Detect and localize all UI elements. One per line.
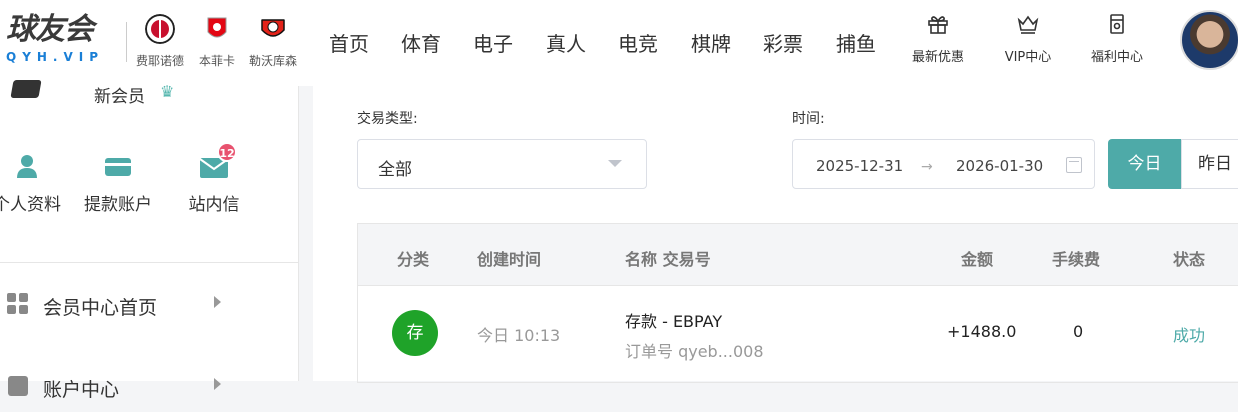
column-header-fee: 手续费	[1052, 250, 1101, 269]
row-created-time: 今日 10:13	[477, 326, 561, 345]
club-feyenoord: 费耶诺德	[132, 14, 188, 69]
menu-item-label: 账户中心	[43, 379, 120, 401]
time-label: 时间:	[792, 111, 825, 127]
column-header-amount: 金额	[961, 250, 994, 269]
nav-home[interactable]: 首页	[329, 28, 369, 57]
nav-sports[interactable]: 体育	[401, 28, 441, 57]
nav-lottery[interactable]: 彩票	[763, 28, 803, 57]
util-promotions[interactable]: 最新优惠	[898, 12, 978, 65]
nav-live-casino[interactable]: 真人	[546, 28, 586, 57]
row-transaction-name: 存款 - EBPAY	[625, 312, 723, 331]
quick-action-label: 提款账户	[84, 195, 152, 215]
gift-icon	[928, 16, 948, 34]
unread-count-badge: 12	[217, 142, 237, 162]
nav-slots[interactable]: 电子	[473, 28, 513, 57]
club-leverkusen: 勒沃库森	[245, 14, 301, 69]
deposit-type-badge: 存	[392, 310, 438, 356]
util-vip-center[interactable]: VIP中心	[988, 12, 1068, 65]
row-order-number: 订单号 qyeb...008	[625, 342, 764, 361]
date-range-arrow: →	[921, 159, 933, 175]
logo-sub-text: QYH.VIP	[6, 50, 105, 64]
member-sidebar: 新会员 ♛ 个人资料 提款账户 12 站内信 会员中心首页 账户中心	[0, 80, 299, 401]
sidebar-divider	[0, 262, 299, 263]
column-header-category: 分类	[397, 250, 430, 269]
feyenoord-crest-icon	[145, 14, 175, 44]
today-button[interactable]: 今日	[1108, 139, 1181, 189]
date-range-picker[interactable]: 2025-12-31 → 2026-01-30	[792, 139, 1095, 189]
quick-action-inbox[interactable]: 12 站内信	[169, 142, 259, 215]
chevron-down-icon	[608, 160, 622, 167]
benfica-crest-icon	[207, 17, 227, 38]
util-welfare-center[interactable]: 福利中心	[1077, 12, 1157, 65]
calendar-icon	[1066, 157, 1082, 173]
column-header-created-time: 创建时间	[477, 250, 542, 269]
logo-divider	[126, 22, 127, 62]
util-label: 福利中心	[1090, 50, 1143, 65]
nav-fishing[interactable]: 捕鱼	[836, 28, 876, 57]
util-label: VIP中心	[1004, 50, 1052, 65]
menu-item-member-home[interactable]: 会员中心首页	[0, 280, 299, 330]
util-label: 最新优惠	[911, 50, 964, 65]
card-icon	[101, 150, 135, 184]
yesterday-button[interactable]: 昨日	[1181, 139, 1238, 189]
quick-action-withdraw-account[interactable]: 提款账户	[73, 150, 163, 215]
table-row[interactable]: 存 今日 10:13 存款 - EBPAY 订单号 qyeb...008 +14…	[358, 286, 1238, 382]
transaction-type-value: 全部	[378, 160, 412, 180]
club-name: 勒沃库森	[248, 54, 297, 68]
top-navigation-bar: 球友会 QYH.VIP 费耶诺德 本菲卡 勒沃库森 首页 体育 电子 真人 电竞…	[0, 0, 1238, 86]
nav-esports[interactable]: 电竞	[618, 28, 658, 57]
date-start[interactable]: 2025-12-31	[816, 157, 903, 175]
member-level-icon	[10, 80, 42, 98]
row-fee: 0	[1073, 322, 1084, 341]
menu-item-account-center[interactable]: 账户中心	[0, 362, 299, 412]
club-benfica: 本菲卡	[189, 14, 245, 69]
quick-action-profile[interactable]: 个人资料	[0, 150, 72, 215]
row-amount: +1488.0	[947, 322, 1017, 341]
user-icon	[10, 150, 44, 184]
transactions-table: 分类 创建时间 名称 交易号 金额 手续费 状态 存 今日 10:13 存款 -…	[357, 223, 1238, 383]
transaction-records-panel: 交易类型: 全部 时间: 2025-12-31 → 2026-01-30 今日 …	[313, 86, 1238, 383]
logo-main-text: 球友会	[6, 12, 94, 47]
mail-icon: 12	[197, 142, 237, 184]
crown-icon	[1017, 15, 1039, 34]
menu-item-label: 会员中心首页	[43, 297, 158, 319]
row-status: 成功	[1173, 326, 1206, 345]
table-header: 分类 创建时间 名称 交易号 金额 手续费 状态	[358, 224, 1238, 286]
leverkusen-crest-icon	[261, 19, 285, 37]
column-header-status: 状态	[1173, 250, 1206, 269]
club-name: 费耶诺德	[135, 54, 184, 68]
transaction-type-select[interactable]: 全部	[357, 139, 647, 189]
member-info: 新会员 ♛	[0, 80, 299, 107]
column-header-name-txid: 名称 交易号	[625, 250, 711, 269]
club-name: 本菲卡	[198, 54, 235, 68]
member-level-label: 新会员	[94, 87, 145, 107]
user-avatar[interactable]	[1180, 10, 1238, 70]
chevron-right-icon	[214, 296, 221, 308]
site-logo[interactable]: 球友会 QYH.VIP	[6, 12, 124, 70]
date-end[interactable]: 2026-01-30	[956, 157, 1043, 175]
transaction-type-label: 交易类型:	[357, 111, 418, 127]
chevron-right-icon	[214, 378, 221, 390]
quick-action-label: 站内信	[188, 195, 240, 215]
nav-chess-cards[interactable]: 棋牌	[691, 28, 731, 57]
vip-crown-icon: ♛	[160, 82, 175, 101]
quick-action-label: 个人资料	[0, 195, 61, 215]
account-icon	[8, 376, 28, 396]
welfare-icon	[1110, 14, 1124, 34]
grid-icon	[7, 293, 28, 314]
